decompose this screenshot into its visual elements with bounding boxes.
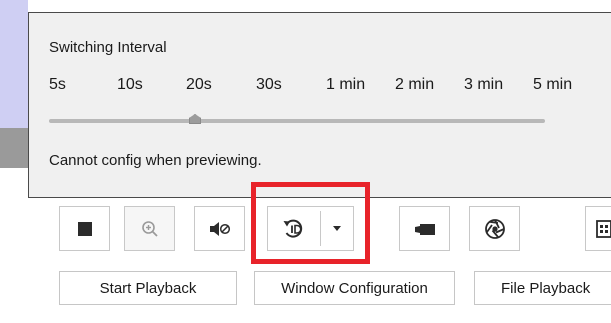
popup-note: Cannot config when previewing. xyxy=(49,152,262,169)
speaker-mute-icon xyxy=(209,221,231,237)
aperture-icon xyxy=(484,218,506,240)
digital-zoom-button[interactable] xyxy=(124,206,175,251)
switching-interval-popup: Switching Interval 5s 10s 20s 30s 1 min … xyxy=(28,12,611,198)
interval-option-10s[interactable]: 10s xyxy=(117,76,143,94)
capture-button[interactable] xyxy=(399,206,450,251)
file-playback-button[interactable]: File Playback xyxy=(474,271,611,305)
camera-icon xyxy=(414,222,436,236)
stop-button[interactable] xyxy=(59,206,110,251)
stop-icon xyxy=(77,221,92,236)
start-playback-button[interactable]: Start Playback xyxy=(59,271,237,305)
record-button[interactable] xyxy=(469,206,520,251)
background-header xyxy=(28,0,611,12)
interval-labels: 5s 10s 20s 30s 1 min 2 min 3 min 5 min xyxy=(29,76,611,96)
interval-option-20s[interactable]: 20s xyxy=(186,76,212,94)
zoom-in-icon xyxy=(141,220,159,238)
window-configuration-button[interactable]: Window Configuration xyxy=(254,271,455,305)
audio-button[interactable] xyxy=(194,206,245,251)
interval-slider-track[interactable] xyxy=(49,119,545,123)
interval-option-1min[interactable]: 1 min xyxy=(326,76,365,94)
interval-option-5min[interactable]: 5 min xyxy=(533,76,572,94)
popup-title: Switching Interval xyxy=(49,39,167,56)
interval-option-30s[interactable]: 30s xyxy=(256,76,282,94)
layout-icon xyxy=(596,219,611,238)
interval-option-3min[interactable]: 3 min xyxy=(464,76,503,94)
layout-button[interactable] xyxy=(585,206,611,251)
interval-option-2min[interactable]: 2 min xyxy=(395,76,434,94)
interval-slider-thumb[interactable] xyxy=(189,114,201,124)
highlight-box xyxy=(251,182,370,264)
background-window-edge xyxy=(0,0,28,128)
interval-option-5s[interactable]: 5s xyxy=(49,76,66,94)
background-window-edge-gray xyxy=(0,128,28,168)
